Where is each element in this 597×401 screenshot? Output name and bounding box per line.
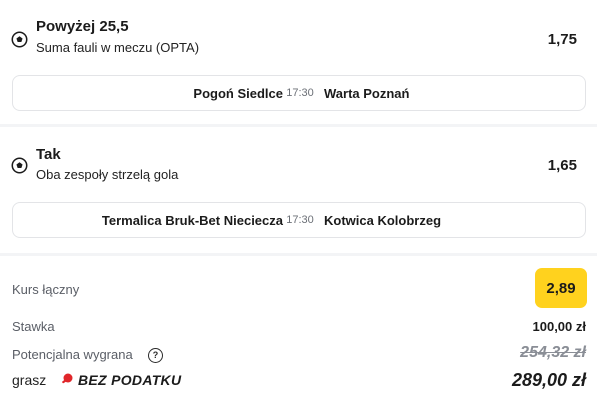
bet-pick: Tak [36,146,61,163]
ping-pong-logo-icon [62,373,73,384]
bet-card-1: Powyżej 25,5 Suma fauli w meczu (OPTA) 1… [0,0,597,124]
potential-win-label: Potencjalna wygrana [12,347,133,362]
bet-odds: 1,65 [547,157,577,174]
bet-row-1[interactable]: Powyżej 25,5 Suma fauli w meczu (OPTA) 1… [0,0,597,58]
match-box-1[interactable]: Pogoń Siedlce 17:30 Warta Poznań [12,75,586,111]
question-icon[interactable]: ? [148,348,163,363]
bet-row-2[interactable]: Tak Oba zespoły strzelą gola 1,65 [0,127,597,185]
home-team: Pogoń Siedlce [193,86,283,101]
away-team: Warta Poznań [324,86,410,101]
promo-prefix: grasz [12,372,47,388]
match-time: 17:30 [286,214,314,226]
away-team: Kotwica Kolobrzeg [324,213,442,228]
bet-market: Oba zespoły strzelą gola [36,167,179,182]
bet-odds: 1,75 [547,31,577,48]
bet-card-2: Tak Oba zespoły strzelą gola 1,65 Termal… [0,127,597,253]
bet-market: Suma fauli w meczu (OPTA) [36,40,200,55]
total-odds-label: Kurs łączny [12,282,80,297]
total-odds-badge: 2,89 [535,268,587,308]
match-time: 17:30 [286,87,314,99]
home-team: Termalica Bruk-Bet Nieciecza [101,213,283,228]
potential-win-old: 254,32 zł [520,344,586,361]
stake-label: Stawka [12,319,55,334]
match-box-2[interactable]: Termalica Bruk-Bet Nieciecza 17:30 Kotwi… [12,202,586,238]
bet-pick: Powyżej 25,5 [36,18,129,35]
football-icon [11,157,28,174]
football-icon [11,31,28,48]
stake-value: 100,00 zł [532,319,587,334]
promo-badge: BEZ PODATKU [78,372,182,388]
potential-win-final: 289,00 zł [511,370,586,390]
